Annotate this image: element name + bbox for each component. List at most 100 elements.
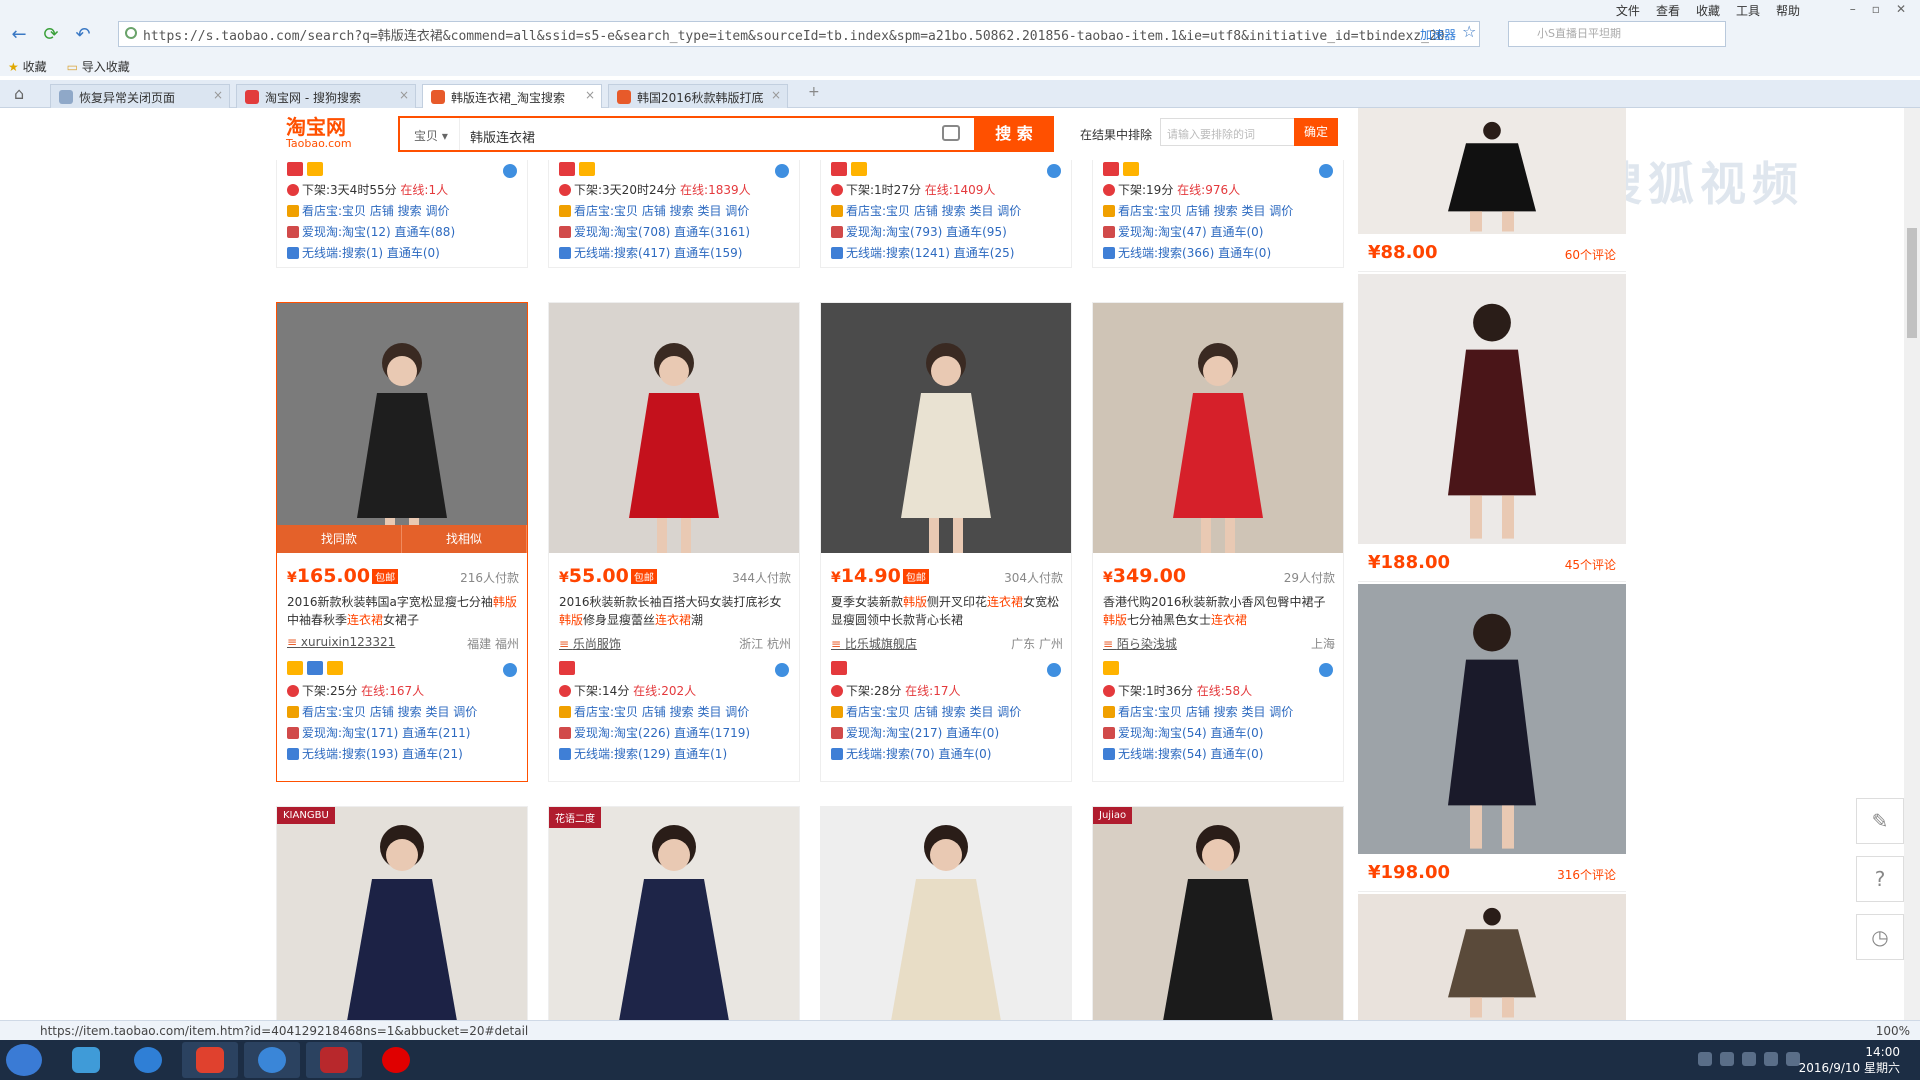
wangwang-icon[interactable] — [503, 164, 517, 178]
taskbar-app-record[interactable] — [368, 1042, 424, 1078]
favorites-item-collect[interactable]: ★ 收藏 — [8, 58, 47, 75]
tab-sogou[interactable]: 淘宝网 - 搜狗搜索 × — [236, 84, 416, 108]
menu-view[interactable]: 查看 — [1656, 2, 1680, 19]
product-image[interactable] — [277, 303, 527, 553]
ad-image[interactable] — [1358, 584, 1626, 854]
taskbar-app-sogou[interactable] — [244, 1042, 300, 1078]
tab-restore[interactable]: 恢复异常关闭页面 × — [50, 84, 230, 108]
product-card[interactable]: ¥55.00 包邮 344人付款 2016秋装新款长袖百搭大码女装打底衫女韩版修身显瘦… — [548, 302, 800, 782]
wangwang-icon[interactable] — [1047, 663, 1061, 677]
meta-link[interactable]: 爱现淘:淘宝(217) 直通车(0) — [846, 726, 999, 740]
new-tab-button[interactable]: + — [808, 84, 820, 100]
home-icon[interactable]: ⌂ — [14, 84, 24, 103]
product-image[interactable]: Jujiao — [1093, 807, 1343, 1020]
taskbar-app-5[interactable] — [306, 1042, 362, 1078]
meta-link[interactable]: 看店宝:宝贝 店铺 搜索 类目 调价 — [846, 204, 1021, 218]
tab-close-icon[interactable]: × — [213, 88, 223, 102]
start-button[interactable] — [6, 1044, 42, 1076]
product-card[interactable]: ¥349.00 29人付款 香港代购2016秋装新款小香风包臀中裙子韩版七分袖黑色女… — [1092, 302, 1344, 782]
product-card-partial[interactable]: 下架:3天4时55分 在线:1人 看店宝:宝贝 店铺 搜索 调价 爱现淘:淘宝(12… — [276, 160, 528, 268]
bookmark-star-icon[interactable]: ☆ — [1462, 22, 1476, 41]
product-card[interactable] — [820, 806, 1072, 1020]
tray-icon[interactable] — [1764, 1052, 1778, 1066]
product-title[interactable]: 夏季女装新款韩版侧开叉印花连衣裙女宽松显瘦圆领中长款背心长裙 — [831, 593, 1063, 629]
meta-link[interactable]: 看店宝:宝贝 店铺 搜索 类目 调价 — [1118, 204, 1293, 218]
url-bar[interactable]: https://s.taobao.com/search?q=韩版连衣裙&comm… — [118, 21, 1480, 47]
product-title[interactable]: 2016新款秋装韩国a字宽松显瘦七分袖韩版中袖春秋季连衣裙女裙子 — [287, 593, 519, 629]
favorites-item-import[interactable]: ▭ 导入收藏 — [67, 58, 130, 75]
product-image[interactable]: KIANGBU — [277, 807, 527, 1020]
meta-link[interactable]: 爱现淘:淘宝(171) 直通车(211) — [302, 726, 470, 740]
taskbar-app-3[interactable] — [182, 1042, 238, 1078]
minimize-icon[interactable]: – — [1850, 2, 1856, 16]
taskbar-app-1[interactable] — [58, 1042, 114, 1078]
meta-link[interactable]: 爱现淘:淘宝(793) 直通车(95) — [846, 225, 1007, 239]
meta-link[interactable]: 爱现淘:淘宝(47) 直通车(0) — [1118, 225, 1264, 239]
search-input[interactable]: 宝贝 ▾ 韩版连衣裙 — [398, 116, 978, 152]
product-image[interactable]: 花语二度 — [549, 807, 799, 1020]
tray-icon[interactable] — [1742, 1052, 1756, 1066]
wangwang-icon[interactable] — [503, 663, 517, 677]
product-image[interactable] — [821, 303, 1071, 553]
edit-tool-button[interactable]: ✎ — [1856, 798, 1904, 844]
meta-link[interactable]: 爱现淘:淘宝(708) 直通车(3161) — [574, 225, 750, 239]
product-image[interactable] — [549, 303, 799, 553]
product-card-partial[interactable]: 下架:19分 在线:976人 看店宝:宝贝 店铺 搜索 类目 调价 爱现淘:淘宝(4… — [1092, 160, 1344, 268]
product-card[interactable]: KIANGBU — [276, 806, 528, 1020]
product-card[interactable]: 找同款 找相似 ¥165.00 包邮 216人付款 2016新款秋装韩国a字宽松显瘦七分袖… — [276, 302, 528, 782]
meta-link[interactable]: 无线端:搜索(417) 直通车(159) — [574, 246, 742, 260]
taskbar-app-ie[interactable] — [120, 1042, 176, 1078]
product-card[interactable]: ¥14.90 包邮 304人付款 夏季女装新款韩版侧开叉印花连衣裙女宽松显瘦圆领中长款… — [820, 302, 1072, 782]
search-button[interactable]: 搜 索 — [974, 116, 1054, 152]
ad-card[interactable]: ¥198.00 316个评论 — [1358, 584, 1626, 892]
ad-card[interactable]: ¥188.00 45个评论 — [1358, 274, 1626, 582]
product-card[interactable]: 花语二度 — [548, 806, 800, 1020]
menu-file[interactable]: 文件 — [1616, 2, 1640, 19]
shop-name-link[interactable]: 陌ら染浅城 — [1103, 635, 1177, 652]
tab-close-icon[interactable]: × — [585, 88, 595, 102]
exclude-confirm-button[interactable]: 确定 — [1294, 118, 1338, 146]
shop-name-link[interactable]: 乐尚服饰 — [559, 635, 621, 652]
wangwang-icon[interactable] — [1319, 164, 1333, 178]
product-title[interactable]: 2016秋装新款长袖百搭大码女装打底衫女韩版修身显瘦蕾丝连衣裙潮 — [559, 593, 791, 629]
exclude-input[interactable]: 请输入要排除的词 — [1160, 118, 1296, 146]
tab-product[interactable]: 韩国2016秋款韩版打底 × — [608, 84, 788, 108]
tab-close-icon[interactable]: × — [771, 88, 781, 102]
meta-link[interactable]: 无线端:搜索(366) 直通车(0) — [1118, 246, 1271, 260]
history-tool-button[interactable]: ◷ — [1856, 914, 1904, 960]
tab-close-icon[interactable]: × — [399, 88, 409, 102]
system-clock[interactable]: 14:00 2016/9/10 星期六 — [1799, 1044, 1900, 1076]
meta-link[interactable]: 看店宝:宝贝 店铺 搜索 调价 — [302, 204, 450, 218]
product-image[interactable] — [1093, 303, 1343, 553]
meta-link[interactable]: 无线端:搜索(1241) 直通车(25) — [846, 246, 1014, 260]
tray-icon[interactable] — [1720, 1052, 1734, 1066]
wangwang-icon[interactable] — [775, 164, 789, 178]
find-same-button[interactable]: 找同款 — [277, 525, 402, 553]
search-category-select[interactable]: 宝贝 ▾ — [400, 118, 460, 150]
close-icon[interactable]: ✕ — [1896, 2, 1906, 16]
help-tool-button[interactable]: ? — [1856, 856, 1904, 902]
meta-link[interactable]: 爱现淘:淘宝(226) 直通车(1719) — [574, 726, 750, 740]
meta-link[interactable]: 爱现淘:淘宝(54) 直通车(0) — [1118, 726, 1264, 740]
meta-link[interactable]: 无线端:搜索(1) 直通车(0) — [302, 246, 440, 260]
meta-link[interactable]: 无线端:搜索(70) 直通车(0) — [846, 747, 992, 761]
product-card[interactable]: Jujiao — [1092, 806, 1344, 1020]
ad-image[interactable] — [1358, 274, 1626, 544]
wangwang-icon[interactable] — [1319, 663, 1333, 677]
meta-link[interactable]: 看店宝:宝贝 店铺 搜索 类目 调价 — [302, 705, 477, 719]
scrollbar-thumb[interactable] — [1907, 228, 1917, 338]
meta-link[interactable]: 无线端:搜索(193) 直通车(21) — [302, 747, 463, 761]
camera-icon[interactable] — [942, 125, 960, 141]
product-title[interactable]: 香港代购2016秋装新款小香风包臀中裙子韩版七分袖黑色女士连衣裙 — [1103, 593, 1335, 629]
ad-image[interactable] — [1358, 108, 1626, 234]
meta-link[interactable]: 看店宝:宝贝 店铺 搜索 类目 调价 — [574, 204, 749, 218]
tray-icon[interactable] — [1698, 1052, 1712, 1066]
meta-link[interactable]: 无线端:搜索(54) 直通车(0) — [1118, 747, 1264, 761]
maximize-icon[interactable]: ▫ — [1872, 2, 1880, 16]
scrollbar[interactable] — [1904, 108, 1920, 1020]
shop-name-link[interactable]: 比乐城旗舰店 — [831, 635, 917, 652]
product-card-partial[interactable]: 下架:1时27分 在线:1409人 看店宝:宝贝 店铺 搜索 类目 调价 爱现淘:淘… — [820, 160, 1072, 268]
shop-name-link[interactable]: xuruixin123321 — [287, 635, 395, 649]
wangwang-icon[interactable] — [775, 663, 789, 677]
meta-link[interactable]: 爱现淘:淘宝(12) 直通车(88) — [302, 225, 455, 239]
